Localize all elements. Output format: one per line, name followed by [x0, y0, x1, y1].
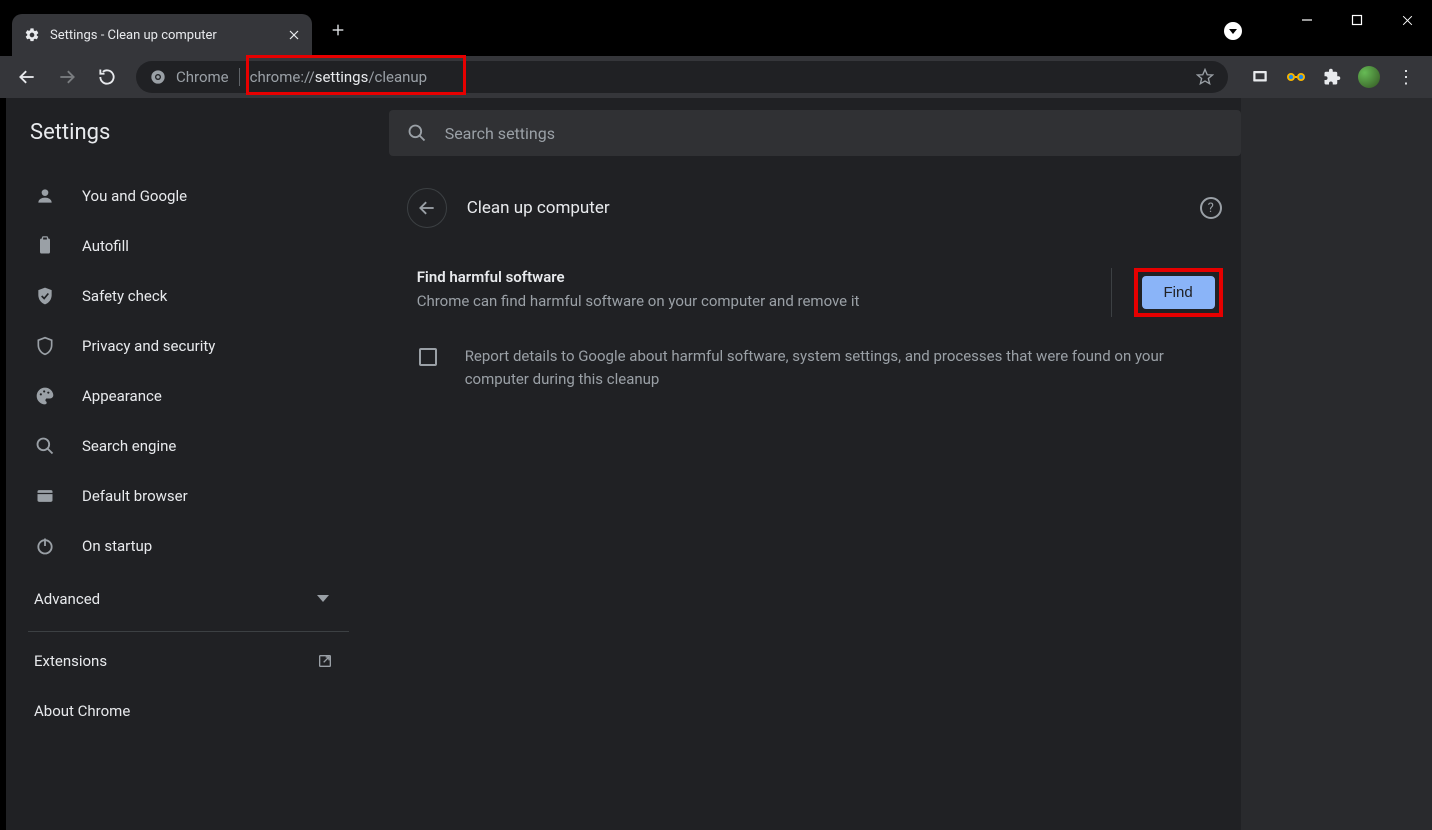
window-minimize-button[interactable]	[1282, 0, 1332, 40]
report-checkbox[interactable]	[419, 348, 437, 366]
titlebar: Settings - Clean up computer	[0, 0, 1432, 56]
window-controls	[1282, 0, 1432, 40]
shield-check-icon	[34, 286, 56, 306]
nav-label: Safety check	[82, 287, 167, 305]
nav-list: You and Google Autofill Safety check Pri…	[20, 171, 389, 571]
help-button[interactable]: ?	[1200, 197, 1222, 219]
advanced-label: Advanced	[34, 590, 100, 608]
nav-label: Autofill	[82, 237, 129, 255]
extension-glasses-icon[interactable]	[1286, 67, 1306, 87]
shield-icon	[34, 336, 56, 356]
address-bar[interactable]: Chrome chrome://settings/cleanup	[136, 61, 1228, 93]
nav-label: Privacy and security	[82, 337, 215, 355]
tab-title: Settings - Clean up computer	[50, 28, 278, 43]
nav-extensions[interactable]: Extensions	[20, 636, 389, 686]
nav-privacy-security[interactable]: Privacy and security	[20, 321, 389, 371]
site-identity-icon	[150, 69, 166, 85]
nav-safety-check[interactable]: Safety check	[20, 271, 389, 321]
extension-icons: ⋮	[1250, 66, 1416, 88]
right-gutter	[1241, 98, 1432, 830]
search-placeholder: Search settings	[445, 124, 555, 143]
search-icon	[34, 436, 56, 456]
sidebar-divider	[28, 631, 349, 632]
nav-you-and-google[interactable]: You and Google	[20, 171, 389, 221]
find-harmful-row: Find harmful software Chrome can find ha…	[417, 268, 1223, 317]
url-text: chrome://settings/cleanup	[250, 68, 427, 86]
nav-autofill[interactable]: Autofill	[20, 221, 389, 271]
browser-tab[interactable]: Settings - Clean up computer	[12, 14, 312, 56]
about-label: About Chrome	[34, 702, 130, 720]
nav-label: On startup	[82, 537, 152, 555]
nav-label: Search engine	[82, 437, 176, 455]
report-description: Report details to Google about harmful s…	[465, 345, 1185, 392]
content-back-button[interactable]	[407, 188, 447, 228]
clipboard-icon	[34, 236, 56, 256]
page-title: Settings	[20, 98, 389, 171]
find-text: Find harmful software Chrome can find ha…	[417, 268, 1089, 310]
settings-main: Search settings Clean up computer ? Find…	[389, 98, 1241, 830]
content-title: Clean up computer	[467, 198, 610, 218]
chevron-down-icon	[317, 595, 329, 603]
nav-reload-button[interactable]	[90, 60, 124, 94]
nav-about-chrome[interactable]: About Chrome	[20, 686, 389, 736]
tab-close-button[interactable]	[288, 29, 300, 41]
nav-search-engine[interactable]: Search engine	[20, 421, 389, 471]
search-icon	[407, 123, 427, 143]
window-maximize-button[interactable]	[1332, 0, 1382, 40]
open-external-icon	[317, 653, 333, 669]
chrome-menu-button[interactable]: ⋮	[1396, 67, 1416, 87]
nav-label: Appearance	[82, 387, 162, 405]
vertical-divider	[1111, 268, 1112, 317]
find-title: Find harmful software	[417, 268, 1089, 286]
find-subtitle: Chrome can find harmful software on your…	[417, 292, 1089, 310]
nav-label: You and Google	[82, 187, 187, 205]
annotation-highlight-find: Find	[1134, 268, 1223, 317]
nav-forward-button[interactable]	[50, 60, 84, 94]
profile-avatar[interactable]	[1358, 66, 1380, 88]
window-close-button[interactable]	[1382, 0, 1432, 40]
update-badge-icon[interactable]	[1224, 22, 1242, 40]
settings-search[interactable]: Search settings	[389, 110, 1241, 156]
site-label: Chrome	[176, 68, 229, 86]
nav-advanced-toggle[interactable]: Advanced	[20, 571, 389, 627]
settings-page: Settings You and Google Autofill Safety …	[0, 98, 1432, 830]
settings-sidebar: Settings You and Google Autofill Safety …	[6, 98, 389, 830]
nav-appearance[interactable]: Appearance	[20, 371, 389, 421]
omnibox-separator	[239, 68, 240, 86]
palette-icon	[34, 386, 56, 406]
content-header: Clean up computer ?	[407, 188, 1222, 228]
nav-on-startup[interactable]: On startup	[20, 521, 389, 571]
power-icon	[34, 536, 56, 556]
nav-label: Default browser	[82, 487, 188, 505]
cast-icon[interactable]	[1250, 67, 1270, 87]
nav-default-browser[interactable]: Default browser	[20, 471, 389, 521]
gear-icon	[24, 27, 40, 43]
new-tab-button[interactable]	[330, 22, 346, 38]
bookmark-star-button[interactable]	[1196, 68, 1214, 86]
extensions-puzzle-icon[interactable]	[1322, 67, 1342, 87]
extensions-label: Extensions	[34, 652, 107, 670]
find-button[interactable]: Find	[1142, 276, 1215, 309]
browser-toolbar: Chrome chrome://settings/cleanup ⋮	[0, 56, 1432, 98]
nav-back-button[interactable]	[10, 60, 44, 94]
person-icon	[34, 186, 56, 206]
browser-window-icon	[34, 486, 56, 506]
cleanup-section: Find harmful software Chrome can find ha…	[417, 268, 1223, 392]
report-row: Report details to Google about harmful s…	[417, 345, 1223, 392]
